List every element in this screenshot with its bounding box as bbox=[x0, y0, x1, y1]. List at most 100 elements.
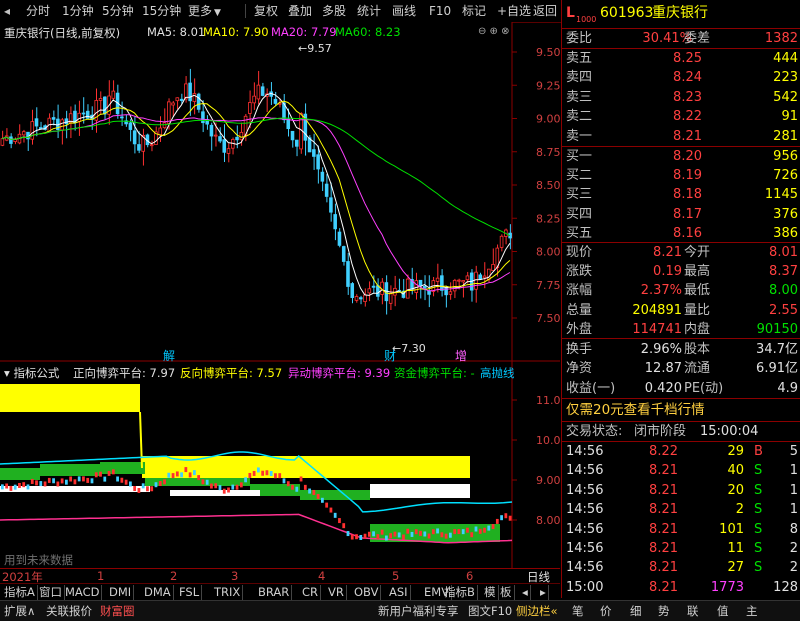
fund-label: 收益(一) bbox=[566, 380, 616, 396]
tab-scroll-left-icon[interactable]: ◂ bbox=[520, 585, 531, 600]
stat-value-2: 2.55 bbox=[769, 302, 798, 318]
price-icon[interactable]: 价 bbox=[600, 603, 612, 619]
candle bbox=[448, 291, 453, 295]
stat-row: 外盘 114741 内盘 90150 bbox=[562, 320, 800, 339]
tab-fenshi[interactable]: 分时 bbox=[26, 3, 50, 19]
indicator-chart[interactable]: 11.00 10.00 9.00 8.00 ▾ 指标公式 正向博弈平台: 7.97 反… bbox=[0, 362, 560, 568]
link-icon[interactable]: 联 bbox=[687, 603, 699, 619]
quote-panel: L 1000 601963 重庆银行 委比 30.41% 委差 1382 仅需2… bbox=[561, 0, 800, 598]
tab-1min[interactable]: 1分钟 bbox=[62, 3, 94, 19]
indicator-candle bbox=[30, 478, 34, 484]
sell-row: 卖一 8.21 281 bbox=[562, 127, 800, 146]
indicator-y-tick: 8.00 bbox=[536, 514, 560, 527]
indicator-candle bbox=[227, 487, 230, 493]
tab-15min[interactable]: 15分钟 bbox=[142, 3, 181, 19]
tab-5min[interactable]: 5分钟 bbox=[102, 3, 134, 19]
tab-板[interactable]: 板 bbox=[498, 585, 515, 600]
indicator-candle bbox=[52, 478, 55, 484]
level2-promo-link[interactable]: 仅需20元查看千档行情 bbox=[566, 401, 705, 420]
mark-button[interactable]: 标记 bbox=[462, 3, 486, 19]
indicator-candle bbox=[325, 502, 329, 508]
candle bbox=[461, 280, 465, 283]
statistics-button[interactable]: 统计 bbox=[357, 3, 381, 19]
wealth-circle-button[interactable]: 财富圈 bbox=[100, 603, 135, 619]
indicator-candle bbox=[461, 529, 465, 535]
main-icon[interactable]: 主 bbox=[746, 603, 758, 619]
tab-brar[interactable]: BRAR bbox=[256, 585, 293, 600]
indicator-candle bbox=[385, 535, 388, 541]
stat-label: 涨跌 bbox=[566, 264, 593, 280]
fuquan-button[interactable]: 复权 bbox=[254, 3, 278, 19]
multi-stock-button[interactable]: 多股 bbox=[322, 3, 346, 19]
indicator-line4: 资金博弈平台: - bbox=[394, 366, 475, 380]
candle bbox=[81, 112, 86, 115]
tab-obv[interactable]: OBV bbox=[352, 585, 382, 600]
tick-volume: 2 bbox=[735, 502, 744, 518]
related-quote-button[interactable]: 关联报价 bbox=[46, 603, 92, 619]
tab-more[interactable]: 更多 bbox=[188, 3, 212, 19]
buy-label: 买四 bbox=[566, 206, 593, 222]
draw-line-button[interactable]: 画线 bbox=[392, 3, 416, 19]
tick-volume: 29 bbox=[727, 444, 744, 459]
indicator-candle bbox=[414, 529, 418, 535]
tab-指标b[interactable]: 指标B bbox=[442, 585, 478, 600]
tab-窗口[interactable]: 窗口 bbox=[37, 585, 65, 600]
kline-chart[interactable]: 9.50 9.25 9.00 8.75 8.50 8.25 8.00 7.75 7.50 ←9.5… bbox=[0, 22, 560, 362]
tab-指标a[interactable]: 指标A bbox=[2, 585, 38, 600]
expand-button[interactable]: 扩展∧ bbox=[4, 603, 35, 619]
candle bbox=[179, 98, 184, 101]
tick-row: 14:56 8.22 29 B 5 bbox=[562, 442, 800, 461]
indicator-candle bbox=[9, 485, 13, 491]
tick-row: 14:56 8.21 101 S 8 bbox=[562, 520, 800, 539]
candle bbox=[201, 111, 205, 124]
indicator-candle bbox=[73, 479, 77, 485]
tab-cr[interactable]: CR bbox=[300, 585, 322, 600]
tick-volume: 1773 bbox=[710, 579, 744, 595]
tab-scroll-right-icon[interactable]: ▸ bbox=[538, 585, 549, 600]
tab-asi[interactable]: ASI bbox=[387, 585, 411, 600]
sell-row: 卖二 8.22 91 bbox=[562, 107, 800, 126]
tab-macd[interactable]: MACD bbox=[63, 585, 103, 600]
back-button[interactable]: 返回 bbox=[533, 3, 557, 19]
tick-price: 8.21 bbox=[649, 482, 678, 498]
buy-row: 买四 8.17 376 bbox=[562, 205, 800, 224]
tick-direction: B bbox=[754, 444, 763, 459]
overlay-button[interactable]: 叠加 bbox=[288, 3, 312, 19]
indicator-candle bbox=[124, 479, 128, 485]
chevron-left-icon[interactable]: ◂ bbox=[4, 3, 10, 19]
candle bbox=[491, 263, 495, 271]
buy-row: 买五 8.16 386 bbox=[562, 224, 800, 243]
tab-trix[interactable]: TRIX bbox=[212, 585, 244, 600]
trend-icon[interactable]: 势 bbox=[658, 603, 670, 619]
indicator-candle bbox=[299, 476, 303, 482]
indicator-candle bbox=[278, 473, 282, 479]
tab-dma[interactable]: DMA bbox=[142, 585, 174, 600]
tick-count: 1 bbox=[789, 463, 798, 479]
candle bbox=[320, 171, 325, 182]
indicator-candle bbox=[397, 532, 401, 538]
candle bbox=[286, 118, 291, 130]
tick-direction: S bbox=[754, 502, 763, 518]
tab-dmi[interactable]: DMI bbox=[107, 585, 135, 600]
indicator-y-tick: 11.00 bbox=[536, 394, 560, 407]
pen-icon[interactable]: 笔 bbox=[572, 603, 584, 619]
value-icon[interactable]: 值 bbox=[717, 603, 729, 619]
y-tick-label: 8.50 bbox=[536, 179, 560, 192]
detail-icon[interactable]: 细 bbox=[630, 603, 642, 619]
new-user-promo[interactable]: 新用户福利专享 bbox=[378, 603, 459, 619]
sidebar-button[interactable]: 侧边栏« bbox=[516, 603, 558, 619]
sell-volume: 91 bbox=[781, 109, 798, 125]
fund-value-2: 4.9 bbox=[777, 380, 798, 396]
tab-vr[interactable]: VR bbox=[326, 585, 347, 600]
weibi-label: 委比 bbox=[566, 31, 593, 46]
tick-row: 14:56 8.21 2 S 1 bbox=[562, 500, 800, 519]
dropdown-icon[interactable]: ▼ bbox=[214, 5, 221, 21]
window-icons[interactable]: ⊖ ⊕ ⊗ bbox=[478, 26, 510, 37]
sell-volume: 223 bbox=[773, 70, 798, 86]
f10-button[interactable]: F10 bbox=[429, 3, 451, 19]
buy-price: 8.16 bbox=[673, 225, 702, 241]
tab-模[interactable]: 模 bbox=[482, 585, 499, 600]
add-watchlist-button[interactable]: +自选 bbox=[497, 3, 531, 19]
tab-fsl[interactable]: FSL bbox=[177, 585, 203, 600]
f10-graphic-button[interactable]: 图文F10 bbox=[468, 603, 512, 619]
